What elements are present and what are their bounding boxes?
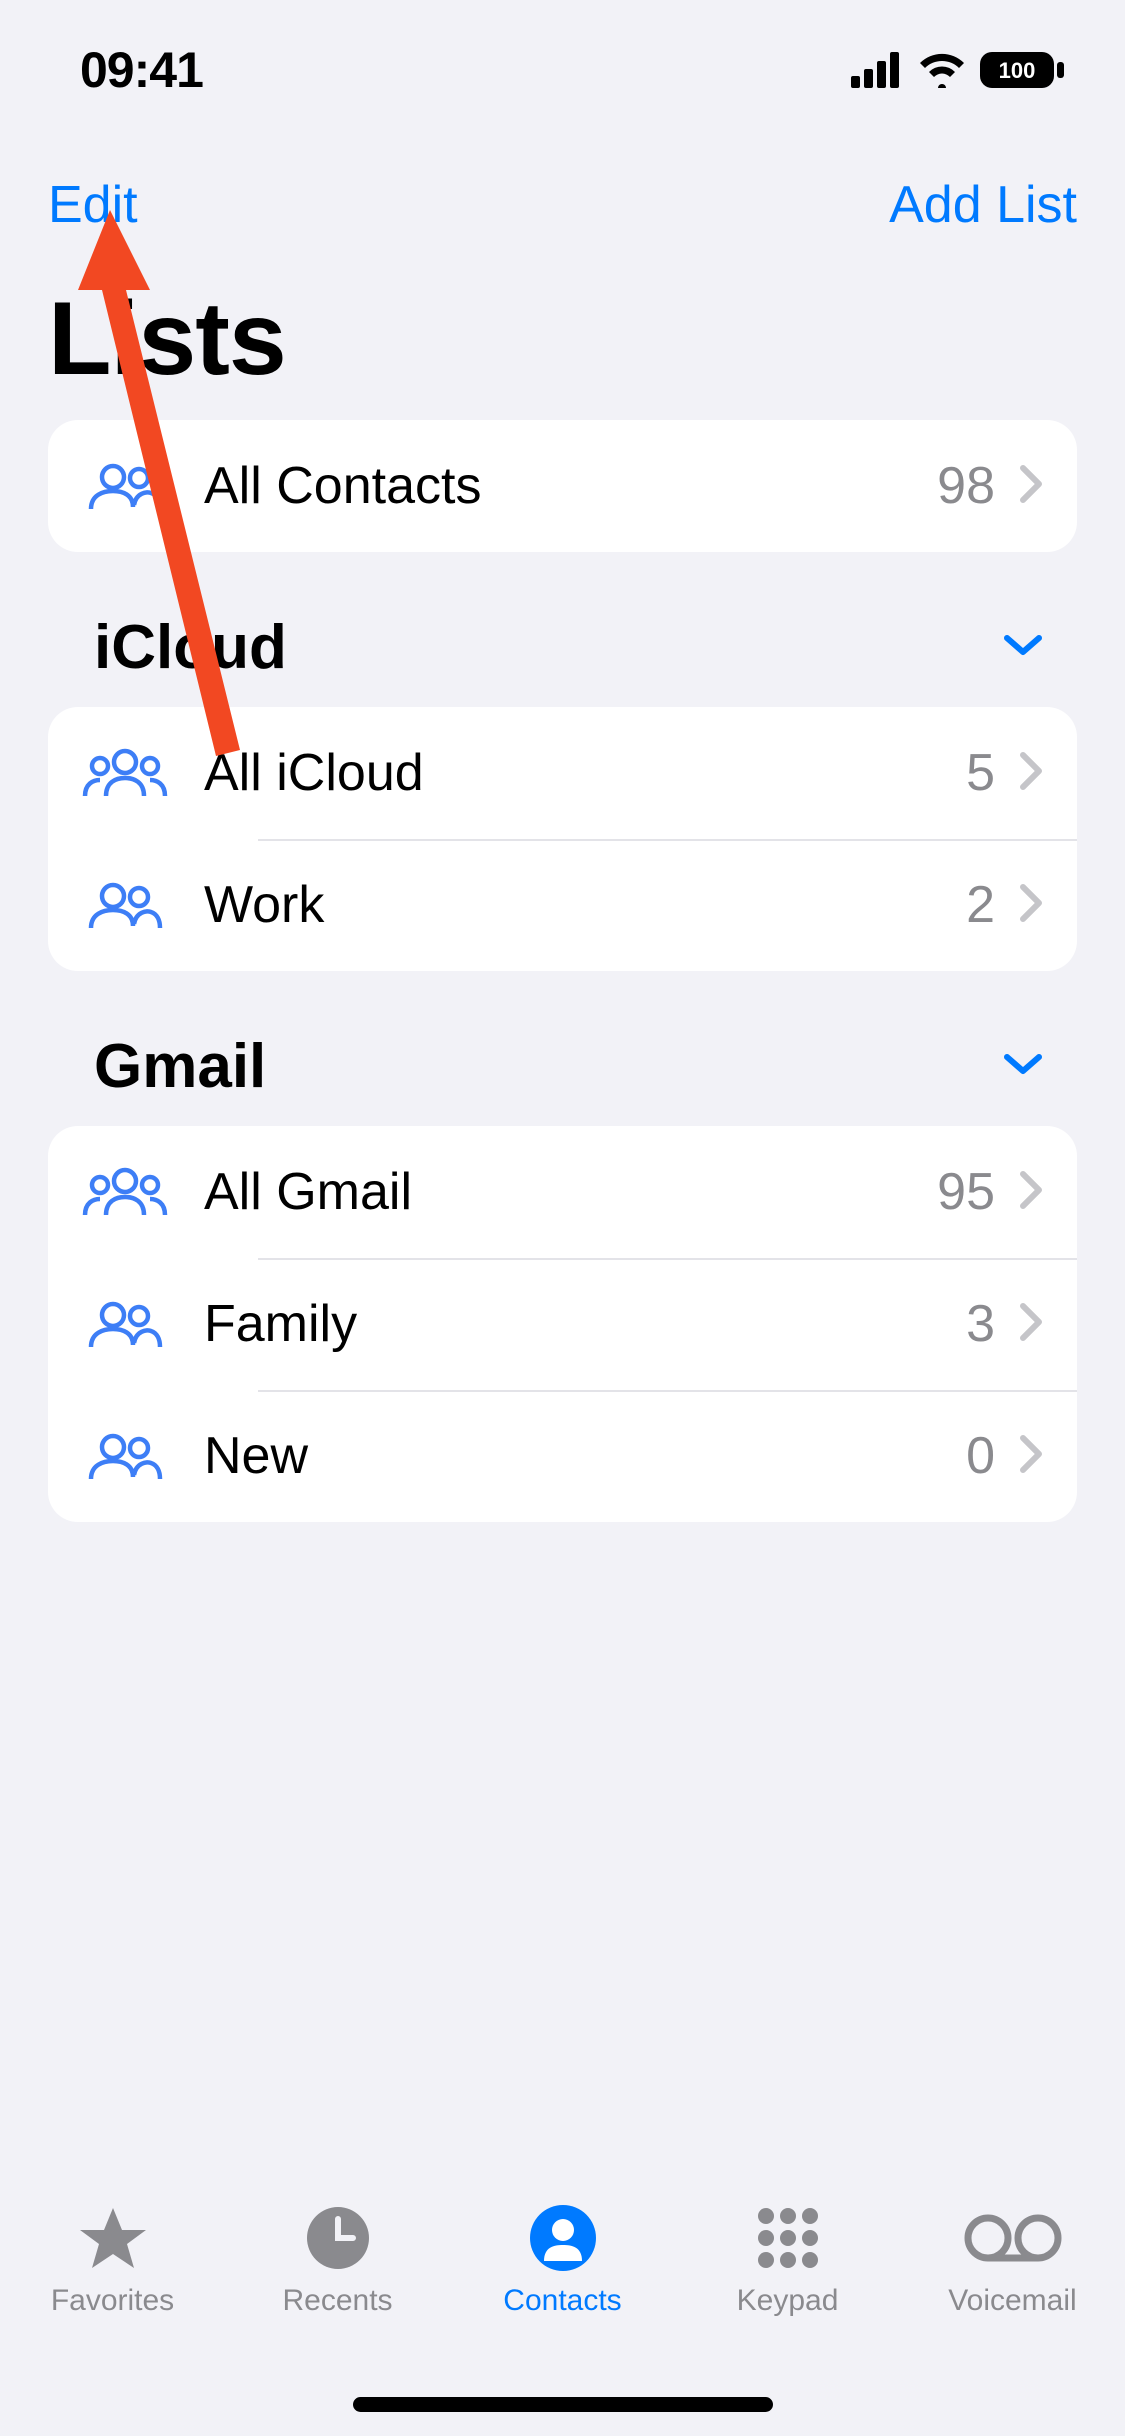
tab-label: Voicemail — [948, 2284, 1076, 2318]
row-label: All Gmail — [204, 1162, 937, 1222]
status-time: 09:41 — [80, 41, 203, 99]
content: All Contacts 98 iCloud — [48, 420, 1077, 2156]
people-icon — [82, 1431, 168, 1481]
row-count: 0 — [966, 1426, 995, 1486]
tab-contacts[interactable]: Contacts — [450, 2202, 675, 2318]
list-row-all-contacts[interactable]: All Contacts 98 — [48, 420, 1077, 552]
tab-voicemail[interactable]: Voicemail — [900, 2202, 1125, 2318]
nav-bar: Edit Add List — [0, 155, 1125, 255]
row-count: 95 — [937, 1162, 995, 1222]
tab-label: Keypad — [737, 2284, 839, 2318]
row-label: Family — [204, 1294, 966, 1354]
battery-icon: 100 — [979, 50, 1065, 90]
keypad-icon — [756, 2202, 820, 2274]
tab-label: Contacts — [503, 2284, 621, 2318]
all-contacts-card: All Contacts 98 — [48, 420, 1077, 552]
tab-favorites[interactable]: Favorites — [0, 2202, 225, 2318]
icloud-card: All iCloud 5 Work 2 — [48, 707, 1077, 971]
chevron-right-icon — [1019, 1302, 1043, 1347]
status-indicators: 100 — [851, 50, 1065, 90]
chevron-right-icon — [1019, 751, 1043, 796]
status-bar: 09:41 100 — [0, 0, 1125, 140]
row-count: 3 — [966, 1294, 995, 1354]
people-icon — [82, 880, 168, 930]
edit-button[interactable]: Edit — [48, 175, 138, 235]
list-row[interactable]: Work 2 — [48, 839, 1077, 971]
people-icon — [82, 1167, 168, 1217]
tab-label: Recents — [282, 2284, 392, 2318]
tab-label: Favorites — [51, 2284, 174, 2318]
row-count: 98 — [937, 456, 995, 516]
row-label: All iCloud — [204, 743, 966, 803]
chevron-down-icon — [1003, 1051, 1057, 1082]
row-label: All Contacts — [204, 456, 937, 516]
row-count: 2 — [966, 875, 995, 935]
list-row[interactable]: All iCloud 5 — [48, 707, 1077, 839]
people-icon — [82, 748, 168, 798]
tab-keypad[interactable]: Keypad — [675, 2202, 900, 2318]
tab-recents[interactable]: Recents — [225, 2202, 450, 2318]
row-label: Work — [204, 875, 966, 935]
people-icon — [82, 1299, 168, 1349]
star-icon — [77, 2202, 149, 2274]
home-indicator[interactable] — [353, 2397, 773, 2412]
wifi-icon — [917, 52, 967, 88]
section-header-icloud[interactable]: iCloud — [48, 552, 1077, 707]
gmail-card: All Gmail 95 Family 3 — [48, 1126, 1077, 1522]
cellular-icon — [851, 52, 905, 88]
svg-text:100: 100 — [999, 58, 1036, 83]
add-list-button[interactable]: Add List — [889, 175, 1077, 235]
list-row[interactable]: New 0 — [48, 1390, 1077, 1522]
chevron-right-icon — [1019, 883, 1043, 928]
chevron-right-icon — [1019, 1434, 1043, 1479]
row-label: New — [204, 1426, 966, 1486]
chevron-down-icon — [1003, 632, 1057, 663]
people-icon — [82, 461, 168, 511]
chevron-right-icon — [1019, 1170, 1043, 1215]
chevron-right-icon — [1019, 464, 1043, 509]
list-row[interactable]: All Gmail 95 — [48, 1126, 1077, 1258]
row-count: 5 — [966, 743, 995, 803]
voicemail-icon — [963, 2202, 1063, 2274]
section-header-gmail[interactable]: Gmail — [48, 971, 1077, 1126]
page-title: Lists — [48, 280, 286, 399]
clock-icon — [305, 2202, 371, 2274]
section-title: Gmail — [94, 1031, 266, 1102]
list-row[interactable]: Family 3 — [48, 1258, 1077, 1390]
person-icon — [530, 2202, 596, 2274]
section-title: iCloud — [94, 612, 287, 683]
